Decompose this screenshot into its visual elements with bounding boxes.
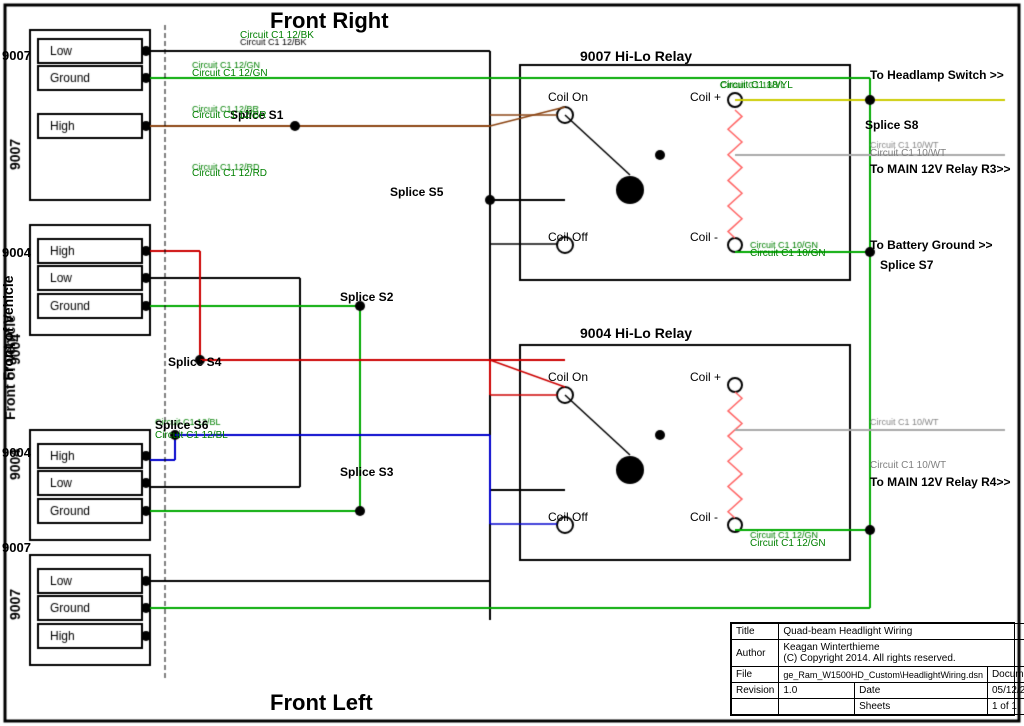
splice-s3: Splice S3 <box>340 465 393 479</box>
to-main-relay-r4: To MAIN 12V Relay R4>> <box>870 475 1011 489</box>
relay-top-title: 9007 Hi-Lo Relay <box>580 48 692 64</box>
info-revision-value: 1.0 <box>783 685 797 696</box>
splice-s7: Splice S7 <box>880 258 933 272</box>
coil-plus-bot: Coil + <box>690 370 721 384</box>
circuit-c1-10gn: Circuit C1 10/GN <box>750 248 826 259</box>
info-date-value: 05/12/2014 <box>992 685 1024 696</box>
coil-off-bot: Coil Off <box>548 510 588 524</box>
info-author-label: Author <box>736 648 765 659</box>
coil-minus-bot: Coil - <box>690 510 718 524</box>
info-document-value: Document <box>992 669 1024 680</box>
title-front-left: Front Left <box>270 690 373 716</box>
info-sheets-value: 1 of 1 <box>992 701 1017 712</box>
info-date-label: Date <box>859 685 880 696</box>
coil-on-bot: Coil On <box>548 370 588 384</box>
info-file-value: ge_Ram_W1500HD_Custom\HeadlightWiring.ds… <box>783 670 983 680</box>
to-headlamp: To Headlamp Switch >> <box>870 68 1004 82</box>
splice-s4: Splice S4 <box>168 355 221 369</box>
info-title-label: Title <box>736 626 755 637</box>
splice-s8: Splice S8 <box>865 118 918 132</box>
circuit-c1-12bl: Circuit C1 12/BL <box>155 430 228 441</box>
circuit-c1-12bk: Circuit C1 12/BK <box>240 30 314 41</box>
connector-9007-top-label: 9007 <box>2 48 31 63</box>
front-of-vehicle-label: Front of Vehicle <box>0 275 16 380</box>
circuit-c1-12gn-top: Circuit C1 12/GN <box>192 68 268 79</box>
circuit-c1-10wt-bot: Circuit C1 10/WT <box>870 460 946 471</box>
circuit-c1-12rd: Circuit C1 12/RD <box>192 168 267 179</box>
info-author-value: Keagan Winterthieme <box>783 642 1024 653</box>
circuit-c1-10wt-top: Circuit C1 10/WT <box>870 148 946 159</box>
coil-minus-top: Coil - <box>690 230 718 244</box>
info-copyright-value: (C) Copyright 2014. All rights reserved. <box>783 653 1024 664</box>
splice-s2: Splice S2 <box>340 290 393 304</box>
connector-9004-mid-label: 9004 <box>2 245 31 260</box>
info-table: Title Quad-beam Headlight Wiring Author … <box>730 622 1015 716</box>
info-sheets-label: Sheets <box>859 701 890 712</box>
to-main-relay-r3: To MAIN 12V Relay R3>> <box>870 162 1011 176</box>
relay-bot-title: 9004 Hi-Lo Relay <box>580 325 692 341</box>
coil-off-top: Coil Off <box>548 230 588 244</box>
circuit-c1-12br: Circuit C1 12/BR <box>192 110 266 121</box>
info-title-value: Quad-beam Headlight Wiring <box>783 626 912 637</box>
to-battery-ground: To Battery Ground >> <box>870 238 992 252</box>
info-revision-label: Revision <box>736 685 774 696</box>
coil-on-top: Coil On <box>548 90 588 104</box>
circuit-c1-18yl: Circuit C1 18/YL <box>720 80 793 91</box>
circuit-c1-12gn-bot: Circuit C1 12/GN <box>750 538 826 549</box>
splice-s5: Splice S5 <box>390 185 443 199</box>
connector-9007-bot-label: 9007 <box>2 540 31 555</box>
info-file-label: File <box>736 669 752 680</box>
coil-plus-top: Coil + <box>690 90 721 104</box>
connector-9004-bot-label: 9004 <box>2 445 31 460</box>
